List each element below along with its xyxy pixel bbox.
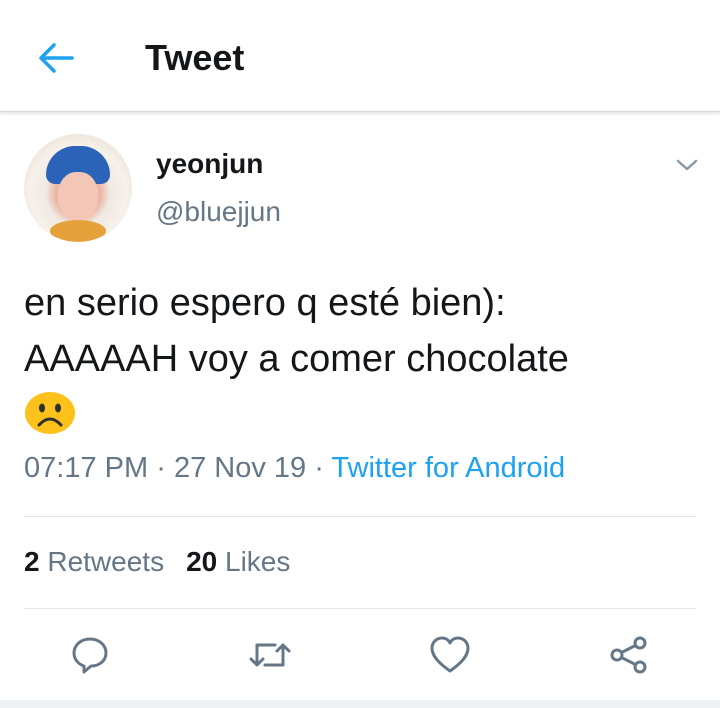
avatar[interactable]: [24, 134, 132, 242]
display-name[interactable]: yeonjun: [156, 148, 263, 180]
divider: [24, 516, 696, 517]
tweet-date: 27 Nov 19: [173, 452, 307, 484]
share-button[interactable]: [604, 630, 654, 680]
retweets-stat[interactable]: 2 Retweets: [24, 546, 164, 577]
arrow-left-icon: [39, 43, 74, 73]
retweet-icon: [249, 643, 291, 667]
share-icon: [610, 636, 647, 674]
app-header: Tweet: [0, 0, 720, 112]
user-handle[interactable]: @bluejjun: [156, 196, 281, 228]
tweet-text-line: en serio espero q esté bien):: [24, 282, 506, 324]
divider: [24, 608, 696, 609]
back-button[interactable]: [34, 36, 78, 80]
more-options-button[interactable]: [672, 150, 702, 180]
likes-label: Likes: [225, 546, 291, 577]
reply-button[interactable]: [65, 630, 115, 680]
meta-separator: ·: [156, 452, 166, 484]
page-title: Tweet: [145, 37, 245, 78]
tweet-text: en serio espero q esté bien): AAAAAH voy…: [24, 275, 704, 387]
action-bar: [0, 630, 720, 686]
likes-stat[interactable]: 20 Likes: [186, 546, 290, 577]
tweet-source-link[interactable]: Twitter for Android: [331, 452, 565, 484]
engagement-stats: 2 Retweets 20 Likes: [24, 546, 290, 578]
like-button[interactable]: [425, 630, 475, 680]
retweet-button[interactable]: [245, 630, 295, 680]
tweet-meta: 07:17 PM · 27 Nov 19 · Twitter for Andro…: [24, 452, 565, 485]
tweet-time: 07:17 PM: [24, 452, 149, 484]
bottom-separator: [0, 700, 720, 708]
meta-separator: ·: [314, 452, 324, 484]
retweets-count: 2: [24, 546, 40, 577]
reply-icon: [72, 637, 108, 674]
heart-icon: [430, 636, 470, 673]
tweet-text-line: AAAAAH voy a comer chocolate: [24, 338, 569, 380]
frowning-face-icon: [25, 392, 75, 434]
chevron-down-icon: [676, 159, 698, 171]
likes-count: 20: [186, 546, 218, 577]
retweets-label: Retweets: [47, 546, 165, 577]
